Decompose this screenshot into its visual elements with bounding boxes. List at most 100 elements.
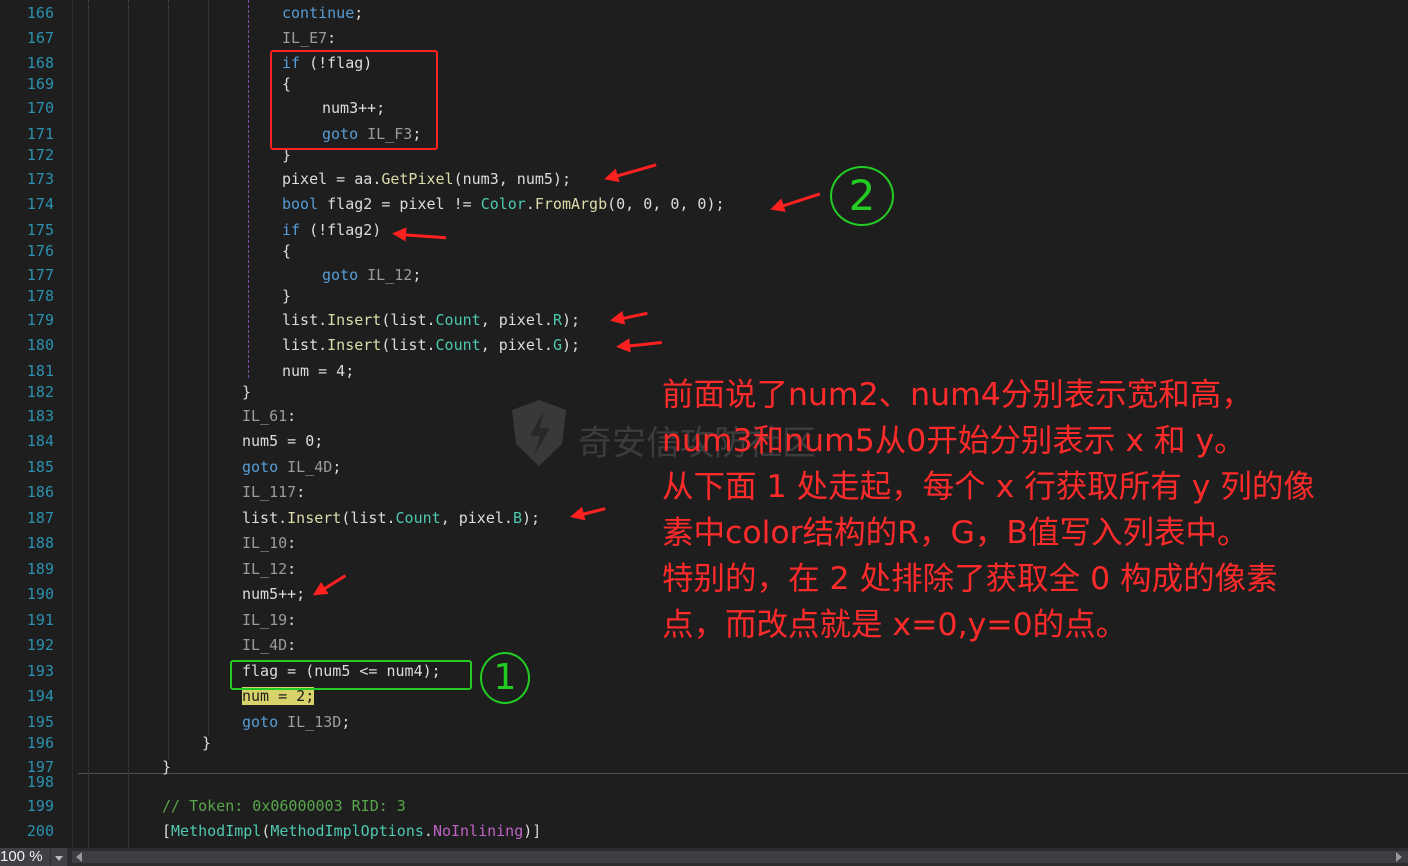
code-text: list.Insert(list.Count, pixel.B); [242,506,540,530]
code-token: IL_4D [287,458,333,476]
code-line: 200 [MethodImpl(MethodImplOptions.NoInlin… [0,819,1408,843]
code-token: MethodImpl [171,822,262,840]
code-line: 174 bool flag2 = pixel != Color.FromArgb(… [0,192,1408,216]
code-text: list.Insert(list.Count, pixel.G); [282,333,580,357]
code-token: (!flag2) [300,221,382,239]
code-text: IL_19: [242,608,296,632]
marker-two-circle: 2 [830,166,894,226]
code-text: num5++; [242,582,305,606]
code-token: G [552,336,562,354]
code-token: : [287,636,297,654]
code-token: IL_12 [367,266,413,284]
code-token: )] [523,822,542,840]
line-number: 169 [26,75,54,93]
code-token: IL_61 [242,407,288,425]
code-token: MethodImplOptions [270,822,424,840]
code-line: 199 // Token: 0x06000003 RID: 3 [0,794,1408,818]
code-token: IL_4D [242,636,288,654]
scroll-right-icon[interactable] [1396,852,1402,862]
code-text: IL_4D: [242,633,296,657]
code-token: ; [412,266,422,284]
red-highlight-box [270,50,438,150]
code-line: 194 num = 2; [0,684,1408,708]
line-number: 173 [26,170,54,188]
line-number: 192 [26,636,54,654]
code-token: IL_117 [242,483,297,501]
note-line: 前面说了num2、num4分别表示宽和高， [662,377,1253,413]
code-text: num5 = 0; [242,429,323,453]
code-line: 198 [0,770,1408,794]
line-number: 166 [26,4,54,22]
code-token: if [282,221,301,239]
code-token: list. [242,509,288,527]
line-number: 184 [26,432,54,450]
code-token: IL_19 [242,611,288,629]
code-text: IL_117: [242,480,305,504]
code-text: } [282,284,291,308]
code-token: B [512,509,522,527]
code-line: 173 pixel = aa.GetPixel(num3, num5); [0,167,1408,191]
line-number: 185 [26,458,54,476]
code-token: num5++; [242,585,306,603]
note-line: 素中color结构的R，G，B值写入列表中。 [662,515,1249,551]
code-token: ; [354,4,364,22]
code-token: goto [322,266,359,284]
code-line: 166 continue; [0,1,1408,25]
note-line: 点，而改点就是 x=0,y=0的点。 [662,607,1128,643]
code-token: (list. [381,311,436,329]
code-text: } [202,731,211,755]
line-number: 174 [26,195,54,213]
code-text: IL_E7: [282,26,336,50]
code-token: , pixel. [440,509,513,527]
note-line: 特别的，在 2 处排除了获取全 0 构成的像素 [662,561,1278,597]
green-highlight-box [230,660,472,690]
code-token: num5 = 0; [242,432,324,450]
code-token: Insert [287,509,342,527]
code-token: Insert [327,311,382,329]
code-token: Color [480,195,526,213]
marker-one-circle: 1 [480,652,530,704]
code-line: 196} [0,731,1408,755]
code-token: Count [395,509,441,527]
code-line: 172} [0,143,1408,167]
marker-one-label: 1 [493,657,517,698]
code-token: } [242,383,252,401]
note-line: num3和num5从0开始分别表示 x 和 y。 [662,423,1246,459]
code-token: goto [242,458,279,476]
code-token: // Token: 0x06000003 RID: 3 [162,797,406,815]
code-token: (0, 0, 0, 0); [607,195,725,213]
code-text: bool flag2 = pixel != Color.FromArgb(0, … [282,192,725,216]
line-number: 190 [26,585,54,603]
code-text: } [242,380,251,404]
line-number: 188 [26,534,54,552]
code-token: ; [332,458,342,476]
code-token: Count [435,336,481,354]
line-number: 191 [26,611,54,629]
code-token: ); [561,311,581,329]
line-number: 172 [26,146,54,164]
code-token: R [552,311,562,329]
annotation-note: 前面说了num2、num4分别表示宽和高， num3和num5从0开始分别表示 … [662,372,1404,648]
code-token: IL_10 [242,534,288,552]
line-number: 179 [26,311,54,329]
code-token: bool [282,195,319,213]
code-token: : [287,534,297,552]
code-token: ); [521,509,541,527]
code-line: 169{ [0,72,1408,96]
line-number: 193 [26,662,54,680]
code-token: (list. [381,336,436,354]
zoom-level[interactable]: 100 % [0,848,50,866]
code-token: (list. [341,509,396,527]
scroll-left-icon[interactable] [76,852,82,862]
code-token: IL_E7 [282,29,328,47]
zoom-dropdown-icon[interactable] [50,848,67,866]
code-token: goto [242,713,279,731]
horizontal-scrollbar[interactable] [72,851,1408,863]
line-number: 176 [26,242,54,260]
line-number: 182 [26,383,54,401]
status-bar: 100 % [0,848,1408,866]
code-line: 170 num3++; [0,96,1408,120]
code-token: num = 4; [282,362,355,380]
code-text: IL_61: [242,404,296,428]
line-number: 200 [26,822,54,840]
